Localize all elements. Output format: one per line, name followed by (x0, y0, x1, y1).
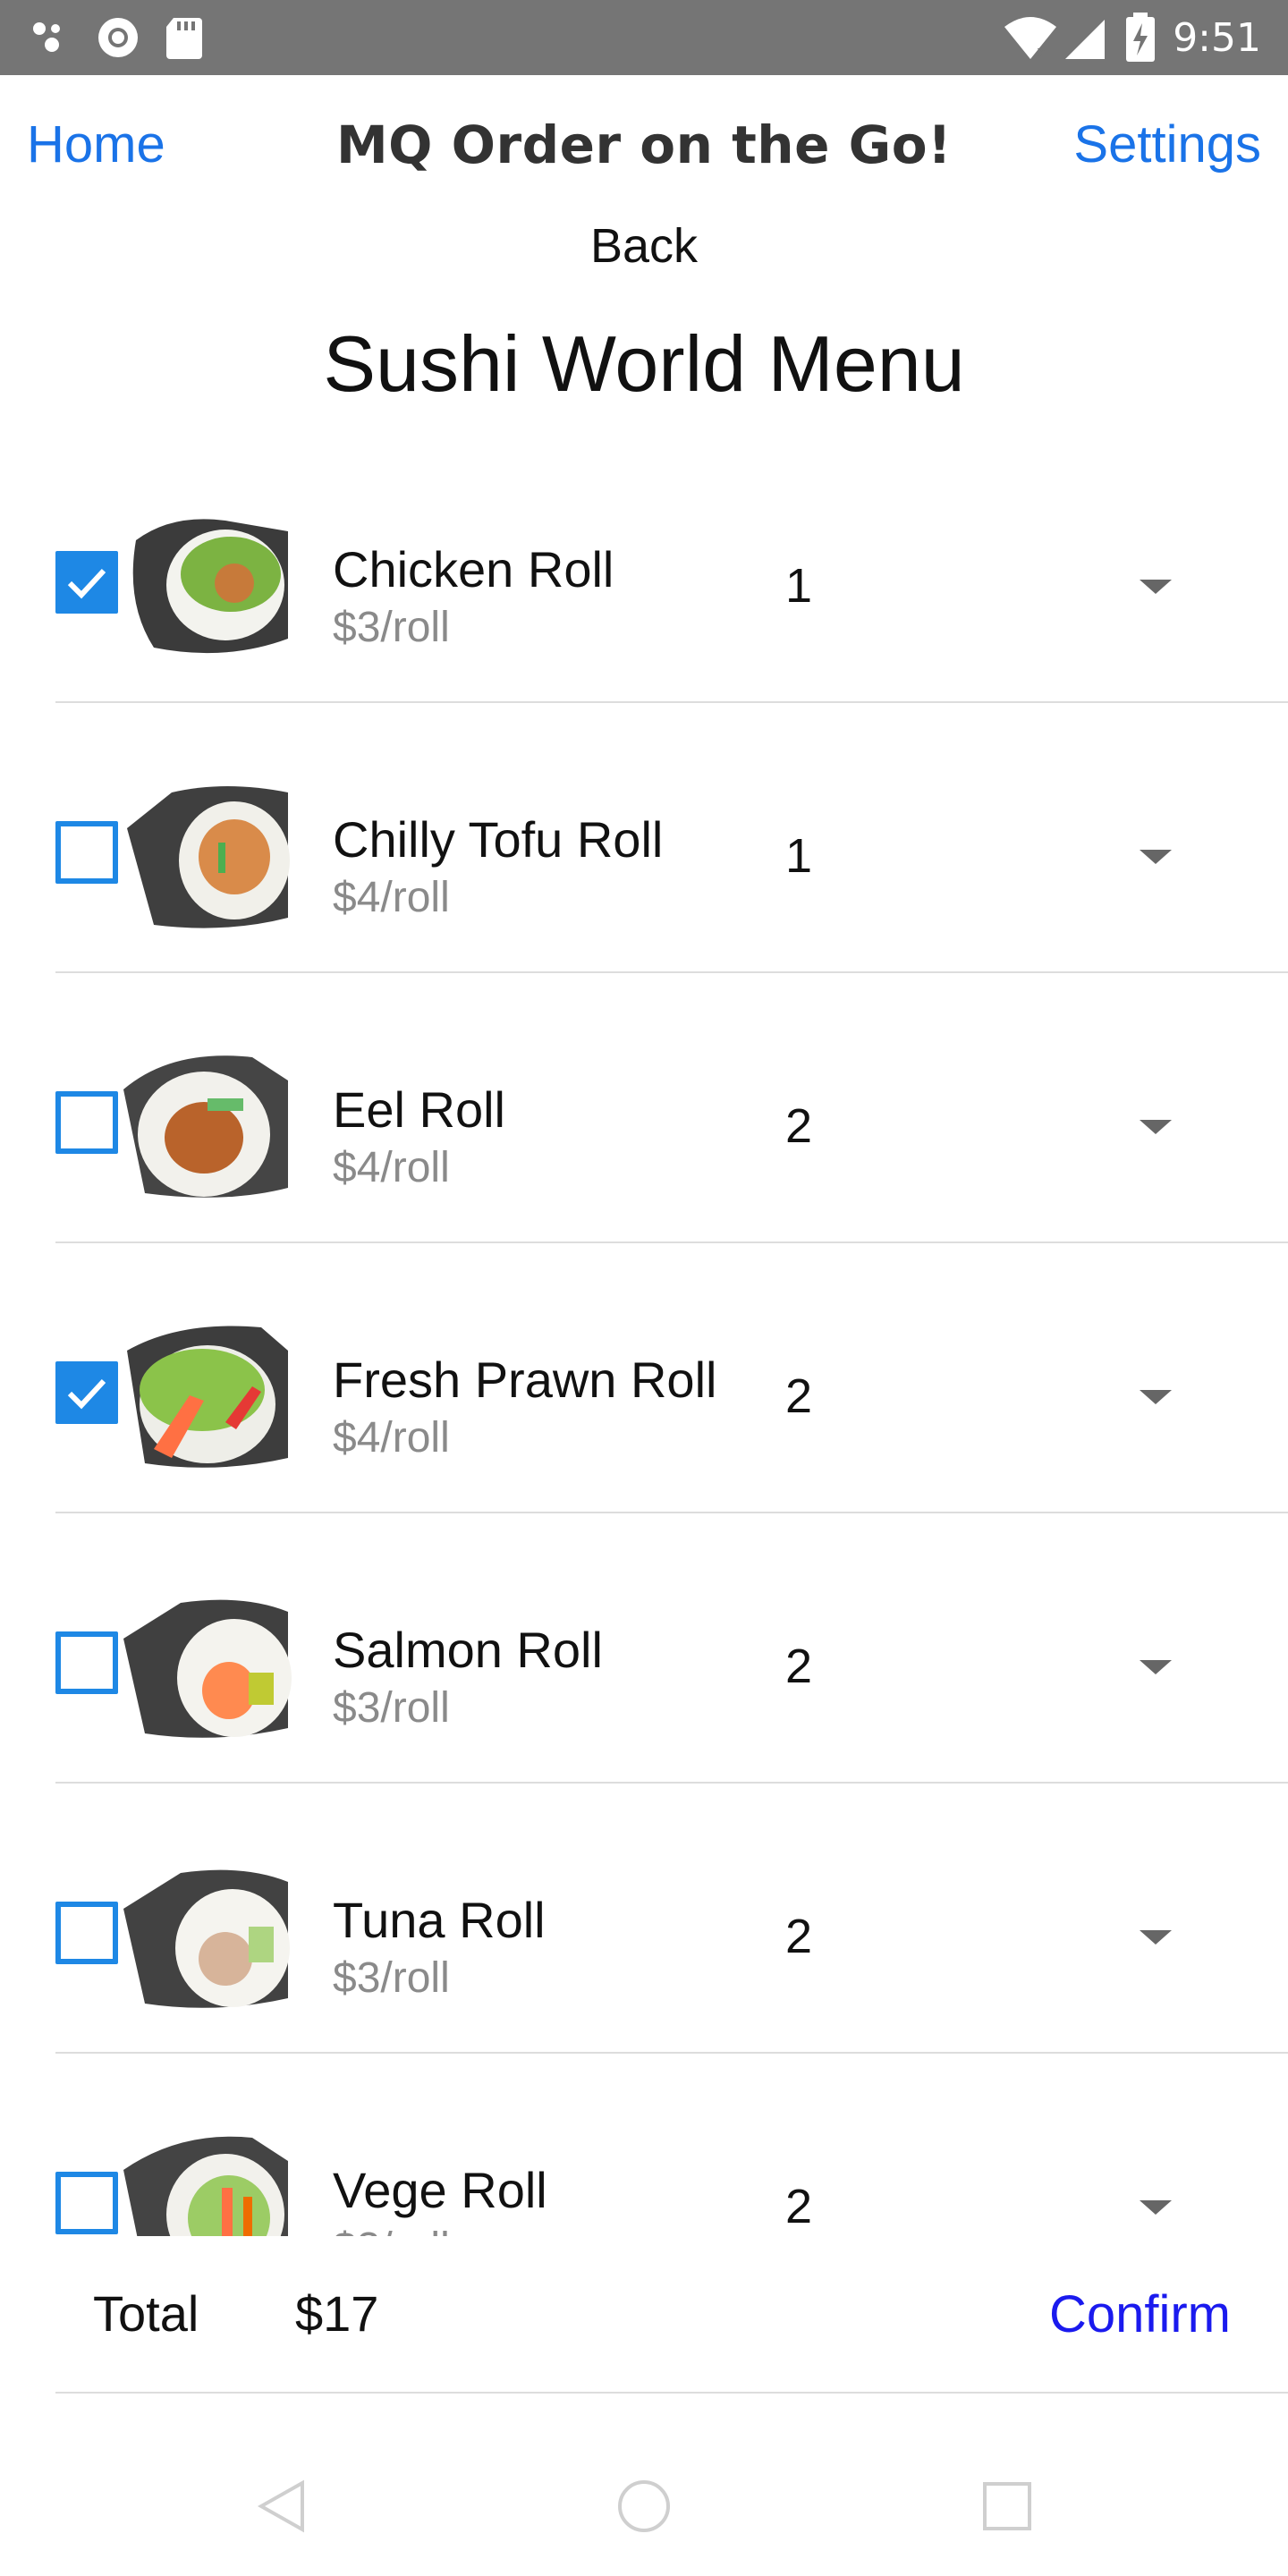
signal-icon (1065, 20, 1106, 59)
sd-card-icon (166, 18, 202, 59)
dropdown-arrow-icon[interactable] (1136, 576, 1175, 597)
item-price: $3/roll (333, 604, 450, 651)
status-left-icons (30, 16, 206, 59)
item-checkbox[interactable] (55, 1902, 118, 1964)
home-circle-icon[interactable] (615, 2478, 673, 2535)
quantity-value[interactable]: 2 (785, 1098, 812, 1154)
item-name: Eel Roll (333, 1081, 505, 1138)
item-price: $3/roll (333, 2224, 450, 2236)
back-triangle-icon[interactable] (254, 2478, 308, 2535)
item-checkbox[interactable] (55, 551, 118, 614)
app-dots-icon (33, 22, 60, 52)
item-name: Fresh Prawn Roll (333, 1352, 717, 1408)
recents-square-icon[interactable] (980, 2478, 1034, 2535)
menu-list-viewport[interactable]: Chicken Roll $3/roll 1 Chilly Tofu Roll … (0, 447, 1288, 2236)
status-time: 9:51 (1173, 14, 1261, 61)
total-value: $17 (295, 2285, 379, 2342)
item-name: Chilly Tofu Roll (333, 811, 664, 868)
item-price: $4/roll (333, 874, 450, 921)
item-checkbox[interactable] (55, 1091, 118, 1154)
menu-item-row: Salmon Roll $3/roll 2 (0, 1513, 1288, 1784)
vege-roll-image (123, 2136, 288, 2236)
item-checkbox[interactable] (55, 2172, 118, 2234)
menu-item-row: Chilly Tofu Roll $4/roll 1 (0, 703, 1288, 973)
status-right-icons: x 9:51 (1003, 13, 1261, 63)
order-footer: Total $17 Confirm (0, 2236, 1288, 2394)
quantity-value[interactable]: 2 (785, 2179, 812, 2234)
page-title: Sushi World Menu (323, 319, 965, 408)
checkmark-icon (67, 568, 106, 599)
menu-item-row: Tuna Roll $3/roll 2 (0, 1784, 1288, 2054)
fresh-prawn-roll-image (127, 1326, 288, 1468)
back-link[interactable]: Back (0, 218, 1288, 274)
dropdown-arrow-icon[interactable] (1136, 1386, 1175, 1408)
status-bar: x 9:51 (0, 0, 1288, 75)
wifi-icon: x (1004, 17, 1057, 61)
item-price: $3/roll (333, 1684, 450, 1732)
item-name: Salmon Roll (333, 1622, 603, 1678)
svg-text:x: x (1037, 43, 1046, 61)
record-icon (98, 18, 138, 57)
chicken-roll-image (132, 519, 288, 654)
menu-item-row: Fresh Prawn Roll $4/roll 2 (0, 1243, 1288, 1513)
top-nav-bar: Home MQ Order on the Go! Settings (0, 75, 1288, 218)
confirm-button[interactable]: Confirm (1049, 2284, 1231, 2344)
settings-link[interactable]: Settings (1073, 114, 1261, 174)
quantity-value[interactable]: 2 (785, 1368, 812, 1424)
item-price: $3/roll (333, 1954, 450, 2002)
item-price: $4/roll (333, 1144, 450, 1191)
item-name: Chicken Roll (333, 541, 614, 597)
menu-item-row: Eel Roll $4/roll 2 (0, 973, 1288, 1243)
menu-list: Chicken Roll $3/roll 1 Chilly Tofu Roll … (0, 447, 1288, 2236)
item-checkbox[interactable] (55, 821, 118, 884)
system-nav-bar (0, 2442, 1288, 2576)
dropdown-arrow-icon[interactable] (1136, 2197, 1175, 2218)
salmon-roll-image (123, 1599, 292, 1738)
dropdown-arrow-icon[interactable] (1136, 1927, 1175, 1948)
item-name: Tuna Roll (333, 1892, 546, 1948)
chilly-tofu-roll-image (127, 786, 290, 928)
item-checkbox[interactable] (55, 1631, 118, 1694)
item-checkbox[interactable] (55, 1361, 118, 1424)
dropdown-arrow-icon[interactable] (1136, 1116, 1175, 1138)
footer-divider (55, 2392, 1288, 2394)
quantity-value[interactable]: 2 (785, 1639, 812, 1694)
quantity-value[interactable]: 2 (785, 1909, 812, 1964)
item-name: Vege Roll (333, 2162, 547, 2218)
battery-charging-icon (1126, 13, 1156, 62)
dropdown-arrow-icon[interactable] (1136, 1657, 1175, 1678)
checkmark-icon (67, 1378, 106, 1410)
quantity-value[interactable]: 1 (785, 828, 812, 884)
dropdown-arrow-icon[interactable] (1136, 846, 1175, 868)
tuna-roll-image (123, 1869, 290, 2008)
item-price: $4/roll (333, 1414, 450, 1462)
menu-item-row: Vege Roll $3/roll 2 (0, 2054, 1288, 2236)
quantity-value[interactable]: 1 (785, 558, 812, 614)
eel-roll-image (123, 1055, 288, 1198)
total-label: Total (93, 2285, 199, 2342)
menu-item-row: Chicken Roll $3/roll 1 (0, 447, 1288, 703)
